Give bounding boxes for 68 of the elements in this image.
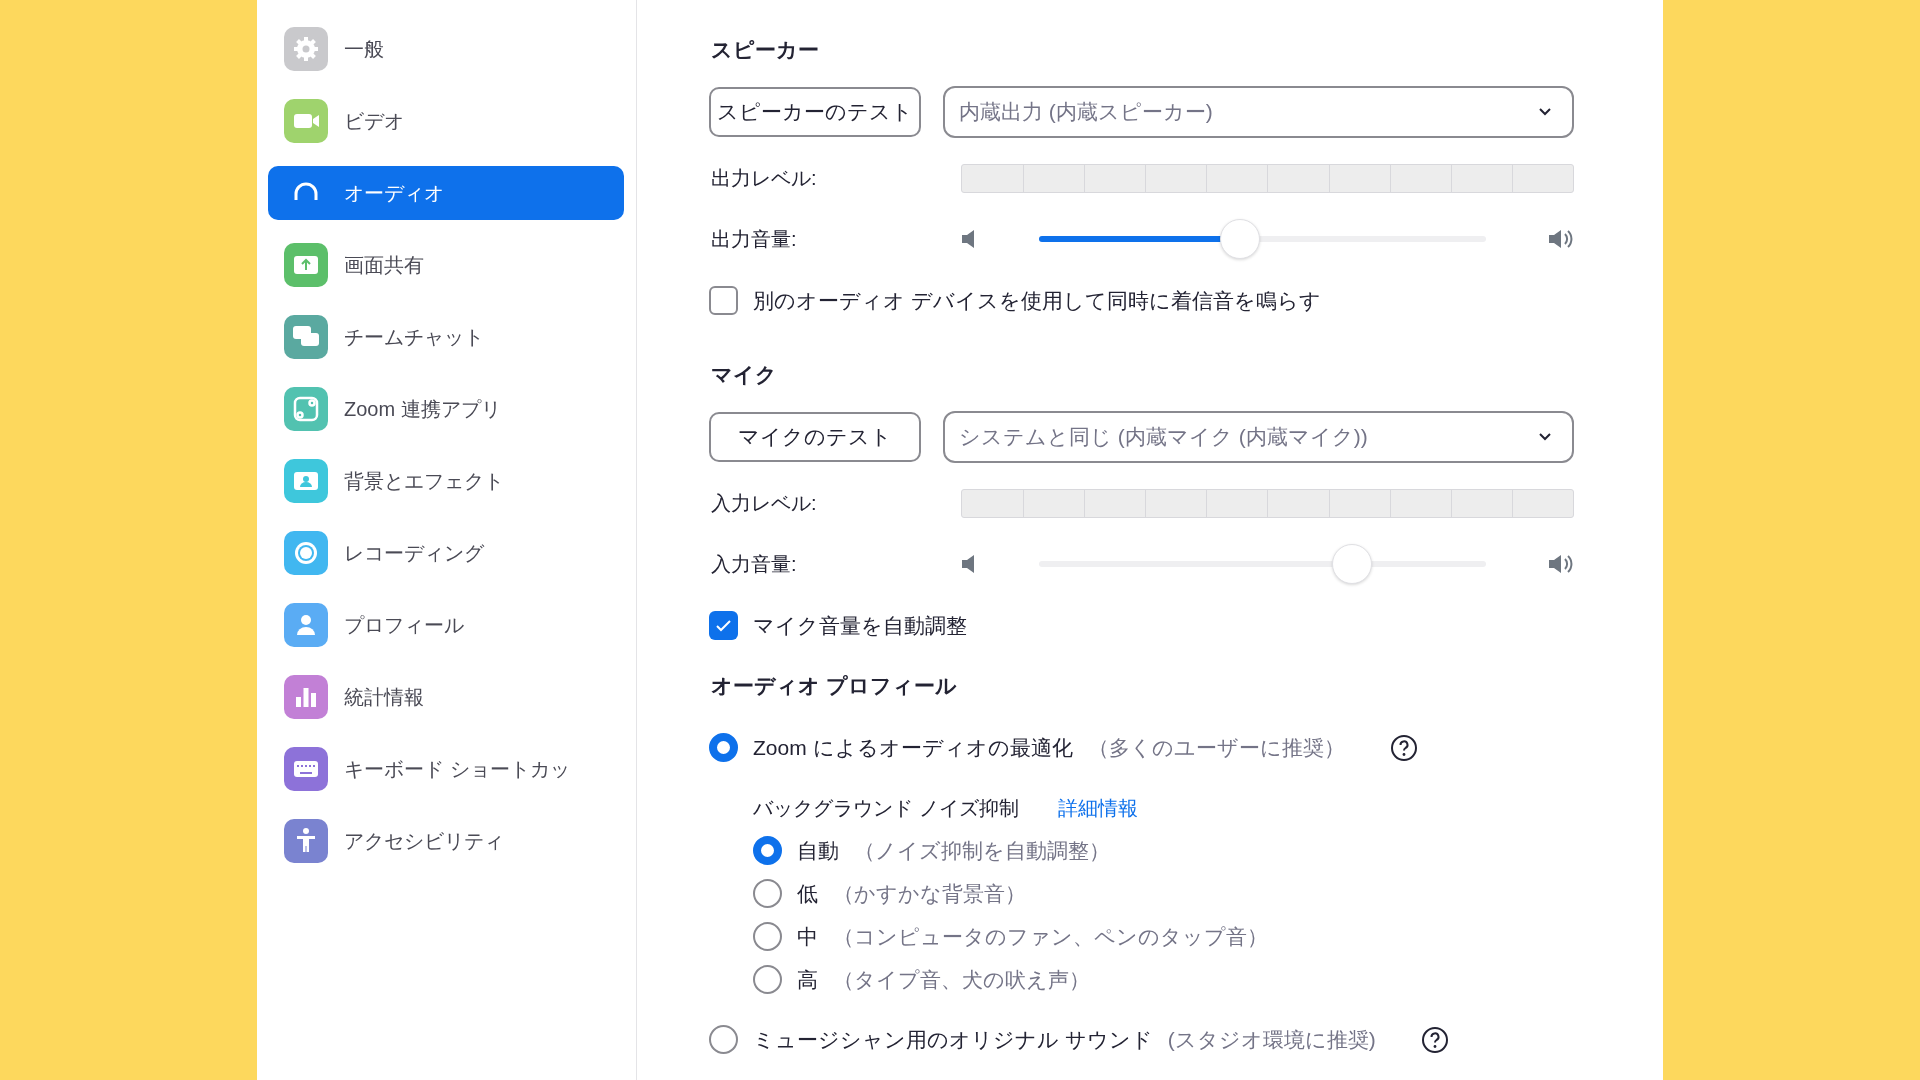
radio-button[interactable]: [753, 965, 782, 994]
volume-down-icon: [961, 553, 977, 575]
option-label: 中: [797, 923, 818, 950]
sidebar-item[interactable]: オーディオ: [268, 166, 624, 220]
sidebar-icon: [284, 531, 328, 575]
noise-suppression-label: バックグラウンド ノイズ抑制: [753, 796, 1019, 821]
sidebar-item[interactable]: プロフィール: [268, 598, 624, 652]
checkmark-icon: [715, 619, 732, 632]
sidebar-icon: [284, 99, 328, 143]
sidebar-icon: [284, 315, 328, 359]
option-note: （タイプ音、犬の吠え声）: [833, 966, 1090, 993]
checkbox[interactable]: [709, 286, 738, 315]
sidebar-item[interactable]: ビデオ: [268, 94, 624, 148]
sidebar-icon: [284, 603, 328, 647]
slider-thumb[interactable]: [1220, 219, 1261, 259]
test-button[interactable]: スピーカーのテスト: [709, 87, 921, 137]
radio-button[interactable]: [753, 922, 782, 951]
help-icon[interactable]: [1420, 1025, 1449, 1054]
chevron-down-icon: [1538, 107, 1552, 117]
sidebar-icon: [284, 819, 328, 863]
volume-label: 出力音量:: [710, 226, 798, 252]
sidebar-item[interactable]: 背景とエフェクト: [268, 454, 624, 508]
volume-label: 入力音量:: [710, 551, 798, 577]
checkbox[interactable]: [709, 611, 738, 640]
section-heading: オーディオ プロフィール: [711, 673, 958, 699]
option-note: （コンピュータのファン、ペンのタップ音）: [833, 923, 1268, 950]
checkbox-label: 別のオーディオ デバイスを使用して同時に着信音を鳴らす: [753, 287, 1321, 314]
option-label: 高: [797, 966, 818, 993]
sidebar-item[interactable]: キーボード ショートカッ: [268, 742, 624, 796]
sidebar-icon: [284, 675, 328, 719]
option-note: （多くのユーザーに推奨）: [1087, 734, 1345, 761]
sidebar-icon: [284, 27, 328, 71]
volume-up-icon: [1548, 553, 1574, 575]
section-heading: スピーカー: [711, 37, 820, 63]
sidebar-icon: [284, 387, 328, 431]
help-icon[interactable]: [1389, 733, 1418, 762]
details-link[interactable]: 詳細情報: [1057, 795, 1138, 822]
option-note: (スタジオ環境に推奨): [1167, 1026, 1376, 1053]
sidebar-item[interactable]: Zoom 連携アプリ: [268, 382, 624, 436]
sidebar-item[interactable]: 一般: [268, 22, 624, 76]
volume-up-icon: [1548, 228, 1574, 250]
option-label: ミュージシャン用のオリジナル サウンド: [753, 1026, 1153, 1053]
volume-down-icon: [961, 228, 977, 250]
section-heading: マイク: [711, 362, 778, 388]
device-dropdown[interactable]: 内蔵出力 (内蔵スピーカー): [943, 86, 1574, 138]
chevron-down-icon: [1538, 432, 1552, 442]
radio-button[interactable]: [709, 1025, 738, 1054]
radio-button[interactable]: [753, 836, 782, 865]
option-label: 低: [797, 880, 818, 907]
option-label: Zoom によるオーディオの最適化: [753, 734, 1073, 761]
device-dropdown[interactable]: システムと同じ (内蔵マイク (内蔵マイク)): [943, 411, 1574, 463]
radio-button[interactable]: [753, 879, 782, 908]
option-note: （かすかな背景音）: [833, 880, 1026, 907]
sidebar-icon: [284, 747, 328, 791]
sidebar-icon: [284, 243, 328, 287]
sidebar-item[interactable]: チームチャット: [268, 310, 624, 364]
option-label: 自動: [797, 837, 839, 864]
checkbox-label: マイク音量を自動調整: [753, 612, 967, 639]
test-button[interactable]: マイクのテスト: [709, 412, 921, 462]
sidebar-item[interactable]: アクセシビリティ: [268, 814, 624, 868]
level-label: 入力レベル:: [710, 491, 818, 516]
sidebar-icon: [284, 459, 328, 503]
option-note: （ノイズ抑制を自動調整）: [854, 837, 1110, 864]
sidebar-item[interactable]: レコーディング: [268, 526, 624, 580]
sidebar-item[interactable]: 画面共有: [268, 238, 624, 292]
radio-button[interactable]: [709, 733, 738, 762]
level-label: 出力レベル:: [710, 166, 818, 191]
sidebar-item[interactable]: 統計情報: [268, 670, 624, 724]
